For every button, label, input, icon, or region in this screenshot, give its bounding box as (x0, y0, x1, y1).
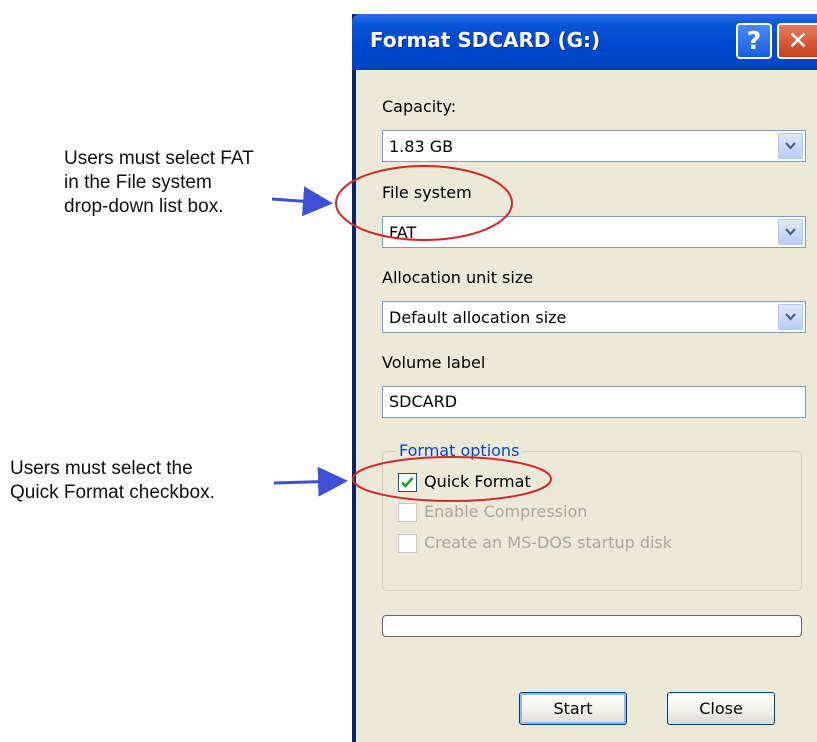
allocation-dropdown[interactable]: Default allocation size (382, 301, 806, 333)
volume-label-input[interactable] (389, 392, 789, 411)
capacity-value: 1.83 GB (389, 137, 454, 156)
chevron-down-icon[interactable] (778, 304, 803, 330)
format-progress-bar (382, 615, 802, 637)
volume-label-field[interactable] (382, 386, 806, 418)
title-close-button[interactable]: ✕ (777, 23, 817, 59)
enable-compression-checkbox[interactable] (398, 503, 417, 522)
checkmark-icon (401, 477, 414, 488)
capacity-dropdown[interactable]: 1.83 GB (382, 130, 806, 162)
quick-format-label[interactable]: Quick Format (424, 472, 531, 491)
msdos-startup-label: Create an MS-DOS startup disk (424, 533, 673, 552)
fat-annotation: Users must select FAT in the File system… (64, 147, 254, 219)
quick-annotation-line-2: Quick Format checkbox. (10, 482, 215, 503)
format-dialog: Format SDCARD (G:) ? ✕ Capacity: 1.83 GB… (352, 14, 817, 742)
quick-annotation-line-1: Users must select the (10, 458, 193, 479)
file-system-value: FAT (389, 223, 417, 242)
close-icon: ✕ (787, 26, 809, 55)
fat-annotation-line-3: drop-down list box. (64, 196, 224, 217)
chevron-down-icon[interactable] (778, 219, 803, 245)
title-bar[interactable]: Format SDCARD (G:) ? ✕ (352, 14, 817, 70)
help-icon: ? (746, 26, 762, 55)
allocation-label: Allocation unit size (382, 268, 534, 287)
enable-compression-label: Enable Compression (424, 502, 588, 521)
quick-format-annotation: Users must select the Quick Format check… (10, 457, 215, 505)
volume-label-label: Volume label (382, 353, 486, 372)
capacity-label: Capacity: (382, 97, 457, 116)
help-button[interactable]: ? (736, 23, 772, 59)
chevron-down-icon[interactable] (778, 133, 803, 159)
quick-format-checkbox[interactable] (398, 473, 417, 492)
quick-format-arrow-icon (273, 466, 348, 497)
allocation-value: Default allocation size (389, 308, 567, 327)
fat-arrow-icon (271, 186, 333, 217)
file-system-dropdown[interactable]: FAT (382, 216, 806, 248)
fat-annotation-line-2: in the File system (64, 172, 212, 193)
dialog-title: Format SDCARD (G:) (370, 28, 601, 52)
dialog-body: Capacity: 1.83 GB File system FAT Alloca… (356, 70, 817, 742)
file-system-label: File system (382, 183, 472, 202)
fat-annotation-line-1: Users must select FAT (64, 148, 254, 169)
start-button[interactable]: Start (519, 692, 627, 725)
msdos-startup-checkbox[interactable] (398, 534, 417, 553)
close-button[interactable]: Close (667, 692, 775, 725)
format-options-title: Format options (396, 441, 523, 460)
